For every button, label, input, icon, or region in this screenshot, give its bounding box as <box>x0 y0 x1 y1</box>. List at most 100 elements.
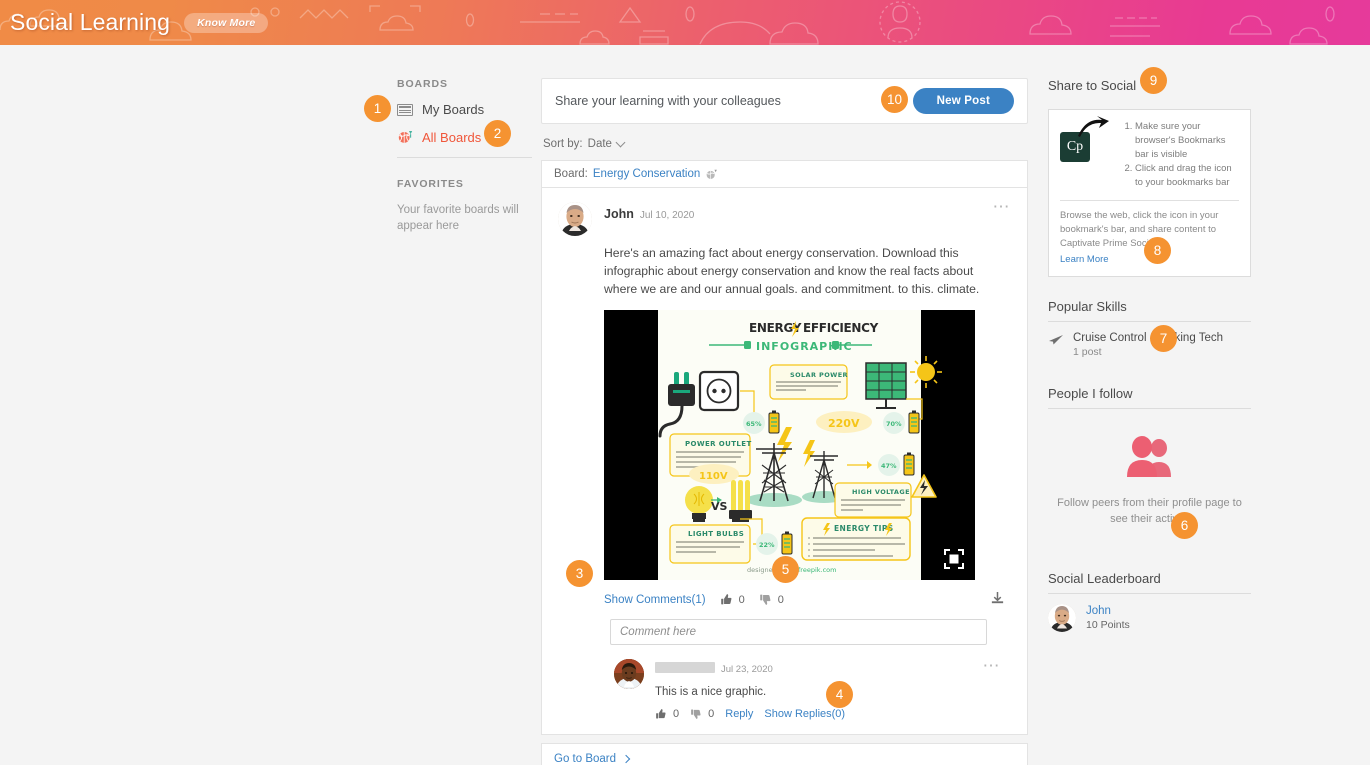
people-i-follow-section: People I follow Follow peers from their … <box>1048 386 1251 527</box>
callout-badge-8: 8 <box>1144 237 1171 264</box>
callout-badge-4: 4 <box>826 681 853 708</box>
callout-badge-1: 1 <box>364 95 391 122</box>
go-to-board-link[interactable]: Go to Board <box>554 752 631 765</box>
callout-badge-9: 9 <box>1140 67 1167 94</box>
right-sidebar: Share to Social Cp Make sure your browse… <box>1048 78 1251 632</box>
comment-options-menu[interactable]: ⋯ <box>983 657 1002 674</box>
cp-bookmarklet[interactable]: Cp <box>1060 116 1114 190</box>
go-to-board-bar: Go to Board <box>541 743 1028 765</box>
divider <box>1060 200 1239 201</box>
like-count: 0 <box>738 593 745 606</box>
fullscreen-icon[interactable] <box>943 548 965 570</box>
download-button[interactable] <box>990 591 1005 611</box>
social-leaderboard-section: Social Leaderboard John 10 Points <box>1048 571 1251 632</box>
dislike-count: 0 <box>777 593 784 606</box>
board-name-link[interactable]: Energy Conservation <box>593 168 700 180</box>
svg-text:HIGH VOLTAGE: HIGH VOLTAGE <box>852 488 910 496</box>
svg-text:VS: VS <box>711 500 728 513</box>
svg-text:220V: 220V <box>828 417 860 430</box>
thumbs-down-icon <box>759 594 771 605</box>
energy-efficiency-infographic: ENERGY EFFICIENCY INFOGRAPHIC SOLAR POWE… <box>604 310 975 580</box>
post-image[interactable]: ENERGY EFFICIENCY INFOGRAPHIC SOLAR POWE… <box>604 310 975 580</box>
people-i-follow-empty: Follow peers from their profile page to … <box>1048 409 1251 527</box>
leaderboard-points: 10 Points <box>1086 619 1130 631</box>
download-icon <box>991 591 1004 604</box>
social-leaderboard-title: Social Leaderboard <box>1048 571 1161 586</box>
divider <box>1048 321 1251 322</box>
leaderboard-name[interactable]: John <box>1086 605 1130 617</box>
people-i-follow-empty-text: Follow peers from their profile page to … <box>1057 497 1242 525</box>
globe-icon <box>398 131 413 143</box>
skill-post-count: 1 post <box>1073 346 1102 358</box>
post-card: John Jul 10, 2020 ⋯ Here's an amazing fac… <box>541 187 1028 735</box>
callout-badge-3: 3 <box>566 560 593 587</box>
like-button[interactable]: 0 <box>720 593 745 606</box>
callout-badge-7: 7 <box>1150 325 1177 352</box>
new-post-button[interactable]: New Post <box>912 88 1014 114</box>
avatar <box>1048 604 1076 632</box>
post-body-text: Here's an amazing fact about energy cons… <box>604 246 980 296</box>
comment-action-bar: 0 0 Reply Show Replies(0) <box>655 708 1011 720</box>
svg-text:47%: 47% <box>881 462 897 470</box>
sort-by-control[interactable]: Sort by: Date <box>543 137 1028 150</box>
callout-badge-10: 10 <box>881 86 908 113</box>
comment-input-placeholder: Comment here <box>620 626 697 638</box>
sidebar-item-label: All Boards <box>422 129 482 145</box>
go-to-board-label: Go to Board <box>554 752 617 765</box>
thumbs-down-icon <box>691 709 701 719</box>
svg-text:ENERGY TIPS: ENERGY TIPS <box>834 524 894 533</box>
globe-icon <box>706 169 718 179</box>
svg-text:70%: 70% <box>886 420 902 428</box>
svg-text:EFFICIENCY: EFFICIENCY <box>803 321 879 335</box>
comment-like-count: 0 <box>673 708 680 720</box>
paper-plane-icon <box>1049 335 1063 345</box>
bookmarklet-steps: Make sure your browser's Bookmarks bar i… <box>1124 120 1239 190</box>
sidebar-item-my-boards[interactable]: My Boards <box>397 102 532 117</box>
thumbs-up-icon <box>720 594 732 605</box>
reply-link[interactable]: Reply <box>725 708 753 720</box>
sidebar-item-all-boards[interactable]: All Boards <box>397 129 532 145</box>
skill-name: Cruise Control - Braking Tech <box>1073 332 1223 344</box>
page-title: Social Learning <box>10 9 171 35</box>
composer-placeholder: Share your learning with your colleagues <box>555 94 781 108</box>
list-item[interactable]: John 10 Points <box>1048 604 1251 632</box>
people-icon <box>1126 436 1171 477</box>
avatar <box>614 659 644 689</box>
show-replies-link[interactable]: Show Replies(0) <box>764 708 845 720</box>
post-date: Jul 10, 2020 <box>639 210 695 221</box>
boards-heading: BOARDS <box>397 78 448 90</box>
show-comments-link[interactable]: Show Comments(1) <box>604 594 706 606</box>
post-author: John <box>604 207 634 221</box>
divider <box>1048 593 1251 594</box>
favorites-heading: FAVORITES <box>397 178 464 190</box>
sort-by-label: Sort by: <box>543 138 583 150</box>
comment-date: Jul 23, 2020 <box>721 664 773 675</box>
comment-dislike-button[interactable]: 0 <box>690 708 714 720</box>
comment-item: Jul 23, 2020 ⋯ This is a nice graphic. 0 <box>614 657 1011 720</box>
sidebar-item-label: My Boards <box>422 102 485 117</box>
main-feed: Share your learning with your colleagues… <box>541 78 1028 765</box>
comment-like-button[interactable]: 0 <box>655 708 679 720</box>
post-composer[interactable]: Share your learning with your colleagues… <box>541 78 1028 124</box>
sidebar-divider <box>397 157 532 158</box>
bookmarklet-step: Click and drag the icon to your bookmark… <box>1135 162 1239 190</box>
know-more-button[interactable]: Know More <box>184 12 269 33</box>
comment-author-redacted <box>655 662 715 673</box>
post-options-menu[interactable]: ⋯ <box>993 198 1012 236</box>
popular-skills-title: Popular Skills <box>1048 299 1127 314</box>
popular-skills-section: Popular Skills Cruise Control - Braking … <box>1048 299 1251 358</box>
comment-input[interactable]: Comment here <box>610 619 987 645</box>
chevron-right-icon <box>621 754 631 763</box>
svg-text:freepik.com: freepik.com <box>798 566 836 574</box>
avatar <box>558 202 592 236</box>
post-action-bar: Show Comments(1) 0 0 <box>604 591 1011 606</box>
board-label: Board: <box>554 168 588 180</box>
bookmarklet-step: Make sure your browser's Bookmarks bar i… <box>1135 120 1239 162</box>
svg-text:SOLAR POWER: SOLAR POWER <box>790 371 848 379</box>
dislike-button[interactable]: 0 <box>759 593 784 606</box>
thumbs-up-icon <box>656 709 666 719</box>
comment-dislike-count: 0 <box>708 708 715 720</box>
arrow-icon <box>1078 116 1109 137</box>
left-sidebar: BOARDS My Boards All Boards FAVORITES Yo… <box>397 78 532 234</box>
svg-text:POWER OUTLET: POWER OUTLET <box>685 440 752 448</box>
